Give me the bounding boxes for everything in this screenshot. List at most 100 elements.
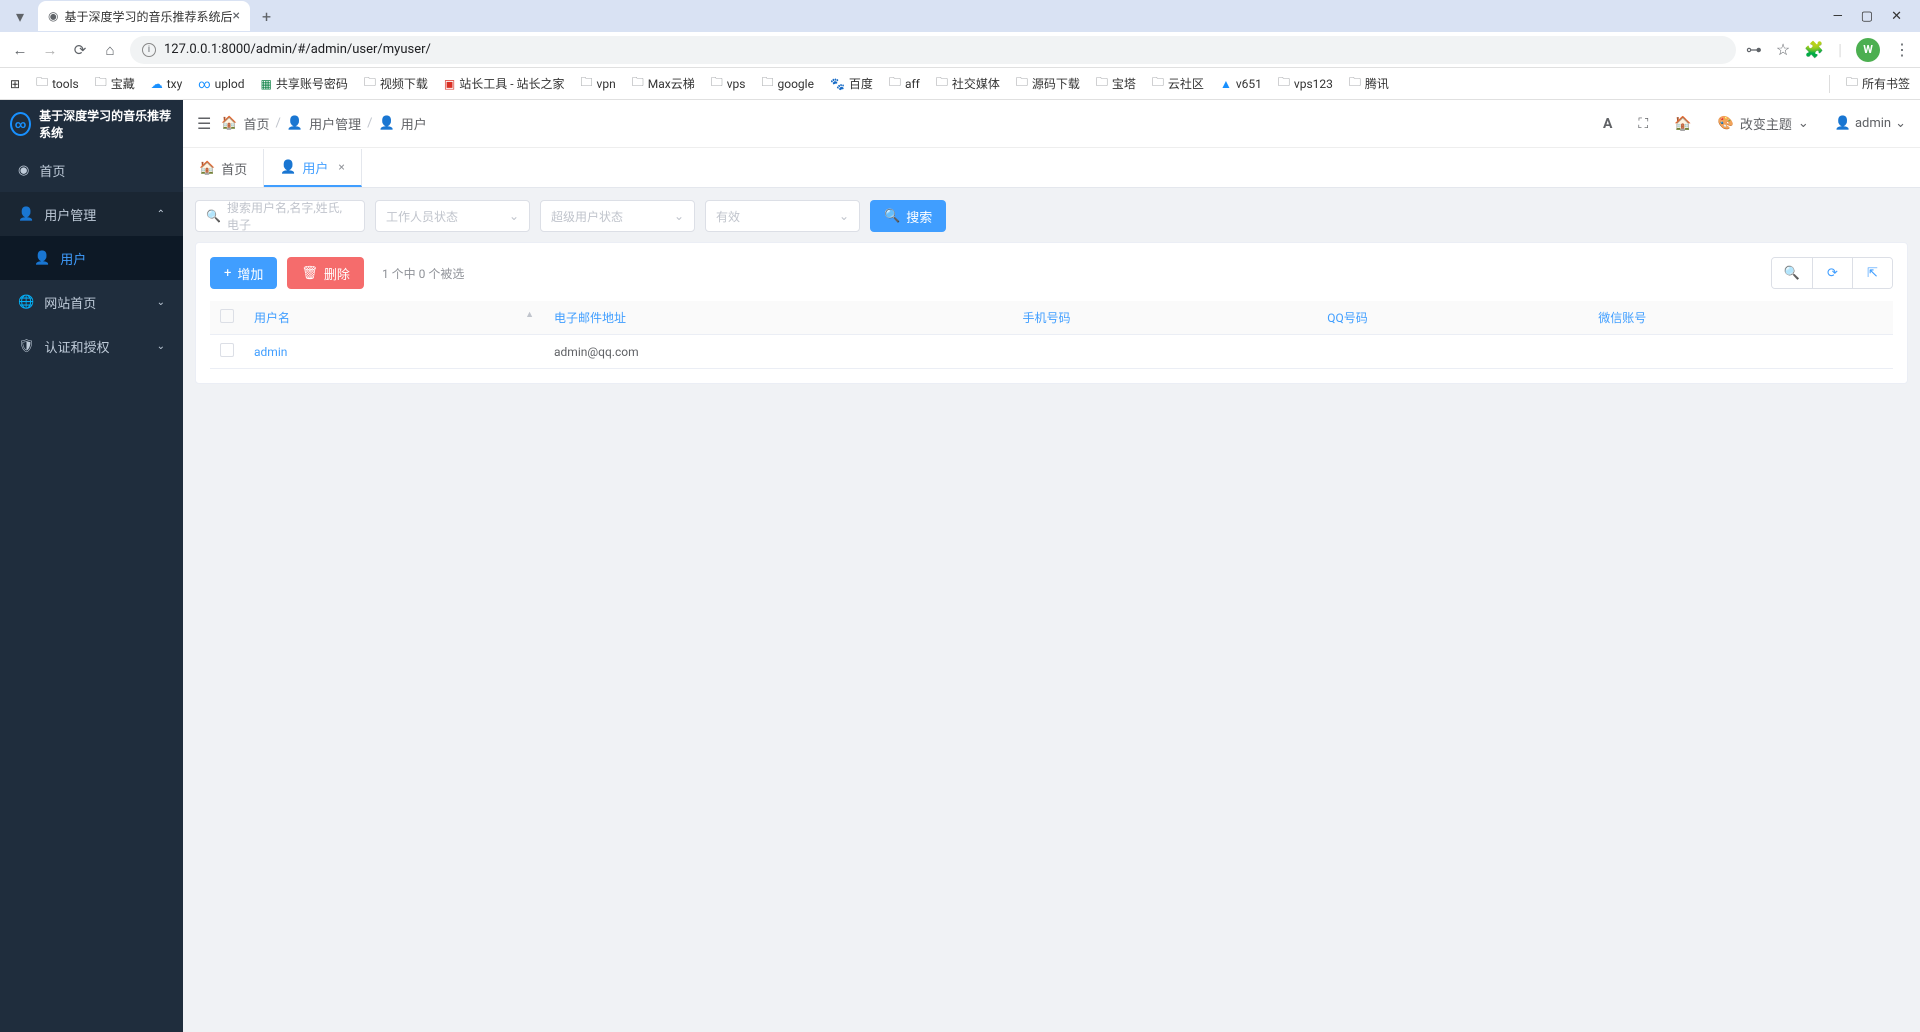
bookmark-item[interactable]: 🗀腾讯 — [1349, 73, 1389, 94]
superuser-status-select[interactable]: 超级用户状态 ⌄ — [540, 200, 695, 232]
bookmark-item[interactable]: ∞uplod — [198, 77, 244, 91]
search-icon: 🔍 — [206, 209, 221, 223]
cell-username[interactable]: admin — [244, 335, 544, 369]
bookmark-item[interactable]: 🗀vps123 — [1278, 73, 1333, 94]
chevron-down-icon: ⌄ — [674, 209, 684, 223]
logo-area: ∞ 基于深度学习的音乐推荐系统 — [0, 100, 183, 148]
search-placeholder: 搜索用户名,名字,姓氏,电子 — [227, 199, 354, 233]
forward-button[interactable]: → — [40, 41, 60, 59]
search-button[interactable]: 🔍 搜索 — [870, 200, 946, 232]
bookmark-item[interactable]: 🗀vps — [711, 73, 746, 94]
export-button[interactable]: ⇱ — [1852, 258, 1892, 288]
bookmark-item[interactable]: 🗀tools — [36, 73, 79, 94]
chevron-down-icon: ⌄ — [1798, 116, 1809, 131]
folder-icon: 🗀 — [581, 73, 593, 94]
cloud-icon: ☁ — [151, 77, 163, 91]
bookmark-item[interactable]: 🗀云社区 — [1152, 73, 1204, 94]
bookmark-bar: ⊞ 🗀tools 🗀宝藏 ☁txy ∞uplod ▦共享账号密码 🗀视频下载 ▣… — [0, 68, 1920, 100]
bookmark-item[interactable]: ▣站长工具 - 站长之家 — [444, 75, 565, 92]
apps-icon[interactable]: ⊞ — [10, 77, 20, 91]
app-icon: ▲ — [1220, 77, 1232, 91]
profile-avatar[interactable]: W — [1856, 38, 1880, 62]
refresh-button[interactable]: ⟳ — [1812, 258, 1852, 288]
theme-label: 改变主题 — [1740, 114, 1792, 133]
button-label: 删除 — [324, 264, 350, 283]
action-row: + 增加 🗑 删除 1 个中 0 个被选 🔍 ⟳ ⇱ — [210, 257, 1893, 289]
all-bookmarks[interactable]: 🗀所有书签 — [1846, 73, 1910, 94]
browser-menu-icon[interactable]: ⋮ — [1894, 40, 1910, 59]
col-phone[interactable]: 手机号码 — [1013, 301, 1318, 335]
maximize-button[interactable]: ▢ — [1861, 9, 1873, 24]
bookmark-item[interactable]: ▲v651 — [1220, 77, 1262, 91]
bookmark-item[interactable]: 🗀宝藏 — [95, 73, 135, 94]
tab-list-dropdown[interactable]: ▾ — [8, 4, 32, 28]
folder-icon: 🗀 — [364, 73, 376, 94]
back-button[interactable]: ← — [10, 41, 30, 59]
col-email[interactable]: 电子邮件地址 — [544, 301, 1013, 335]
search-input[interactable]: 🔍 搜索用户名,名字,姓氏,电子 — [195, 200, 365, 232]
add-button[interactable]: + 增加 — [210, 257, 277, 289]
sidebar-toggle-icon[interactable]: ☰ — [197, 114, 211, 133]
font-icon[interactable]: A — [1603, 116, 1612, 132]
cell-email: admin@qq.com — [544, 335, 1013, 369]
table-row: admin admin@qq.com — [210, 335, 1893, 369]
sidebar-item-site-home[interactable]: 🌐 网站首页 ⌄ — [0, 280, 183, 324]
breadcrumb-user: 用户 — [401, 114, 427, 133]
bookmark-item[interactable]: 🗀社交媒体 — [936, 73, 1000, 94]
folder-icon: 🗀 — [1016, 73, 1028, 94]
search-toggle-button[interactable]: 🔍 — [1772, 258, 1812, 288]
fullscreen-icon[interactable]: ⛶ — [1638, 116, 1648, 132]
bookmark-item[interactable]: 🗀Max云梯 — [632, 73, 695, 94]
bookmark-item[interactable]: 🗀源码下载 — [1016, 73, 1080, 94]
home-button[interactable]: ⌂ — [100, 41, 120, 59]
folder-icon: 🗀 — [1152, 73, 1164, 94]
bookmark-item[interactable]: ☁txy — [151, 77, 183, 91]
select-all-checkbox[interactable] — [220, 309, 234, 323]
home-icon[interactable]: 🏠 — [1674, 116, 1691, 132]
theme-selector[interactable]: 🎨 改变主题 ⌄ — [1718, 114, 1809, 133]
user-icon: 👤 — [379, 116, 395, 131]
logo-icon: ∞ — [10, 112, 31, 136]
close-icon[interactable]: × — [233, 8, 240, 24]
bookmark-item[interactable]: 🗀宝塔 — [1096, 73, 1136, 94]
new-tab-button[interactable]: + — [262, 7, 271, 26]
breadcrumb-home[interactable]: 首页 — [244, 114, 270, 133]
bookmark-item[interactable]: 🗀视频下载 — [364, 73, 428, 94]
breadcrumb-user-mgmt[interactable]: 用户管理 — [309, 114, 361, 133]
reload-button[interactable]: ⟳ — [70, 41, 90, 59]
browser-tab[interactable]: ◉ 基于深度学习的音乐推荐系统后 × — [38, 1, 250, 31]
bookmark-item[interactable]: 🗀vpn — [581, 73, 616, 94]
app-root: ∞ 基于深度学习的音乐推荐系统 ◉ 首页 👤 用户管理 ⌃ 👤 用户 🌐 网站首… — [0, 100, 1920, 1032]
sidebar-item-user-mgmt[interactable]: 👤 用户管理 ⌃ — [0, 192, 183, 236]
col-username[interactable]: 用户名▲ — [244, 301, 544, 335]
extensions-icon[interactable]: 🧩 — [1804, 40, 1824, 59]
bookmark-item[interactable]: 🐾百度 — [830, 75, 873, 92]
bookmark-item[interactable]: ▦共享账号密码 — [261, 75, 348, 92]
close-window-button[interactable]: ✕ — [1891, 9, 1902, 24]
sidebar-item-user[interactable]: 👤 用户 — [0, 236, 183, 280]
bookmark-star-icon[interactable]: ☆ — [1776, 40, 1790, 59]
col-qq[interactable]: QQ号码 — [1317, 301, 1588, 335]
tab-user[interactable]: 👤 用户 × — [264, 149, 362, 187]
password-key-icon[interactable]: ⊶ — [1746, 40, 1762, 59]
bookmark-item[interactable]: 🗀google — [761, 73, 813, 94]
baidu-icon: 🐾 — [830, 77, 845, 91]
staff-status-select[interactable]: 工作人员状态 ⌄ — [375, 200, 530, 232]
chevron-down-icon: ⌄ — [1895, 116, 1906, 131]
close-icon[interactable]: × — [338, 160, 344, 174]
col-wechat[interactable]: 微信账号 — [1588, 301, 1893, 335]
tab-home[interactable]: 🏠 首页 — [183, 149, 264, 187]
active-status-select[interactable]: 有效 ⌄ — [705, 200, 860, 232]
user-dropdown[interactable]: 👤 admin ⌄ — [1835, 116, 1906, 131]
bookmark-item[interactable]: 🗀aff — [889, 73, 920, 94]
url-bar[interactable]: i 127.0.0.1:8000/admin/#/admin/user/myus… — [130, 36, 1736, 64]
sidebar-item-home[interactable]: ◉ 首页 — [0, 148, 183, 192]
sidebar-item-auth[interactable]: 🛡 认证和授权 ⌄ — [0, 324, 183, 368]
top-header: ☰ 🏠 首页 / 👤 用户管理 / 👤 用户 A ⛶ 🏠 🎨 改变主题 ⌄ — [183, 100, 1920, 148]
minimize-button[interactable]: — — [1833, 9, 1843, 24]
site-info-icon[interactable]: i — [142, 43, 156, 57]
filter-row: 🔍 搜索用户名,名字,姓氏,电子 工作人员状态 ⌄ 超级用户状态 ⌄ 有效 ⌄ … — [195, 200, 1908, 232]
tool-icon: ▣ — [444, 77, 455, 91]
row-checkbox[interactable] — [220, 343, 234, 357]
delete-button[interactable]: 🗑 删除 — [287, 257, 364, 289]
